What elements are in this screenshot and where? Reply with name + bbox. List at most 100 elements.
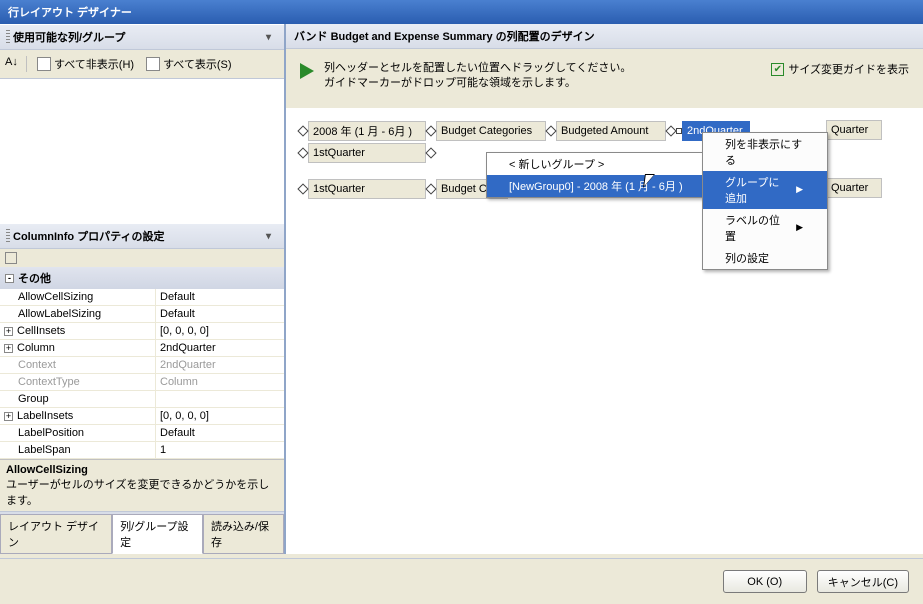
property-row-contexttype[interactable]: ContextTypeColumn [0, 374, 284, 391]
guide-marker[interactable] [425, 125, 436, 136]
property-name: +Column [0, 340, 156, 356]
tab-load-save[interactable]: 読み込み/保存 [203, 514, 284, 554]
tab-column-group-settings[interactable]: 列/グループ設定 [112, 514, 203, 554]
submenu-newgroup0[interactable]: [NewGroup0] - 2008 年 (1 月 - 6月 ) [487, 175, 703, 197]
property-row-column[interactable]: +Column2ndQuarter [0, 340, 284, 357]
show-guide-checkbox-row[interactable]: ✔ サイズ変更ガイドを表示 [771, 61, 909, 77]
tab-layout-design[interactable]: レイアウト デザイン [0, 514, 112, 554]
property-value[interactable] [156, 391, 284, 407]
sort-az-icon[interactable]: A↓ [5, 56, 21, 72]
property-category-other[interactable]: - その他 [0, 267, 284, 289]
menu-add-to-group[interactable]: グループに追加▶ [703, 171, 827, 209]
col-header-quarter-right[interactable]: Quarter [826, 120, 882, 140]
property-value[interactable]: 2ndQuarter [156, 340, 284, 356]
property-value[interactable]: Default [156, 425, 284, 441]
property-name: +CellInsets [0, 323, 156, 339]
cell-quarter-right[interactable]: Quarter [826, 178, 882, 198]
help-text: 列ヘッダーとセルを配置したい位置へドラッグしてください。 ガイドマーカーがドロッ… [324, 61, 761, 92]
show-all-icon [146, 57, 160, 71]
menu-hide-column[interactable]: 列を非表示にする [703, 133, 827, 171]
categorized-icon[interactable] [5, 252, 17, 264]
checkbox-checked-icon[interactable]: ✔ [771, 63, 784, 76]
property-name: LabelPosition [0, 425, 156, 441]
guide-marker[interactable] [545, 125, 556, 136]
header-suffix: の列配置のデザイン [493, 31, 595, 43]
property-value[interactable]: Default [156, 289, 284, 305]
hide-all-button[interactable]: すべて非表示(H) [32, 53, 139, 75]
property-grid-toolbar [0, 249, 284, 267]
design-surface[interactable]: 2008 年 (1 月 - 6月 ) Budget Categories Bud… [286, 108, 923, 554]
context-menu[interactable]: 列を非表示にする グループに追加▶ ラベルの位置▶ 列の設定 [702, 132, 828, 270]
property-name: AllowLabelSizing [0, 306, 156, 322]
property-description: AllowCellSizing ユーザーがセルのサイズを変更できるかどうかを示し… [0, 459, 284, 511]
property-value[interactable]: [0, 0, 0, 0] [156, 408, 284, 424]
property-row-allowcellsizing[interactable]: AllowCellSizingDefault [0, 289, 284, 306]
separator [26, 56, 27, 72]
property-name: Group [0, 391, 156, 407]
expand-icon[interactable]: + [4, 327, 13, 336]
guide-marker[interactable] [297, 183, 308, 194]
property-row-group[interactable]: Group [0, 391, 284, 408]
cell-1stquarter-2[interactable]: 1stQuarter [308, 179, 426, 199]
pin-icon[interactable] [266, 230, 278, 242]
property-row-context[interactable]: Context2ndQuarter [0, 357, 284, 374]
left-panel: 使用可能な列/グループ A↓ すべて非表示(H) すべて表示(S) Column… [0, 24, 286, 554]
expand-icon[interactable]: + [4, 412, 13, 421]
property-value[interactable]: Column [156, 374, 284, 390]
columninfo-label: ColumnInfo プロパティの設定 [13, 228, 165, 244]
property-row-allowlabelsizing[interactable]: AllowLabelSizingDefault [0, 306, 284, 323]
guide-marker[interactable] [425, 183, 436, 194]
left-tabbar: レイアウト デザイン 列/グループ設定 読み込み/保存 [0, 511, 284, 554]
show-guide-label: サイズ変更ガイドを表示 [788, 61, 909, 77]
guide-marker[interactable] [425, 147, 436, 158]
property-grid[interactable]: AllowCellSizingDefaultAllowLabelSizingDe… [0, 289, 284, 459]
available-columns-list[interactable] [0, 79, 284, 223]
hide-all-label: すべて非表示(H) [54, 56, 134, 72]
help-row: 列ヘッダーとセルを配置したい位置へドラッグしてください。 ガイドマーカーがドロッ… [286, 49, 923, 108]
help-line-2: ガイドマーカーがドロップ可能な領域を示します。 [324, 76, 761, 91]
property-name: ContextType [0, 374, 156, 390]
band-design-header: バンド Budget and Expense Summary の列配置のデザイン [286, 24, 923, 49]
desc-title: AllowCellSizing [6, 464, 278, 476]
available-columns-label: 使用可能な列/グループ [13, 29, 125, 45]
col-header-budgeted-amount[interactable]: Budgeted Amount [556, 121, 666, 141]
columninfo-header: ColumnInfo プロパティの設定 [0, 223, 284, 249]
show-all-button[interactable]: すべて表示(S) [141, 53, 236, 75]
guide-marker[interactable] [665, 125, 676, 136]
footer-buttons: OK (O) キャンセル(C) [0, 558, 923, 604]
property-row-labelspan[interactable]: LabelSpan1 [0, 442, 284, 459]
expand-icon[interactable]: + [4, 344, 13, 353]
property-row-cellinsets[interactable]: +CellInsets[0, 0, 0, 0] [0, 323, 284, 340]
arrow-right-icon [300, 63, 314, 79]
guide-marker[interactable] [297, 125, 308, 136]
available-columns-header: 使用可能な列/グループ [0, 24, 284, 50]
header-band-name: Budget and Expense Summary [331, 31, 493, 43]
right-panel: バンド Budget and Expense Summary の列配置のデザイン… [286, 24, 923, 554]
property-value[interactable]: 1 [156, 442, 284, 458]
col-header-year[interactable]: 2008 年 (1 月 - 6月 ) [308, 121, 426, 141]
cancel-button[interactable]: キャンセル(C) [817, 570, 909, 593]
help-line-1: 列ヘッダーとセルを配置したい位置へドラッグしてください。 [324, 61, 761, 76]
property-row-labelinsets[interactable]: +LabelInsets[0, 0, 0, 0] [0, 408, 284, 425]
property-name: AllowCellSizing [0, 289, 156, 305]
mouse-cursor-icon [644, 174, 660, 194]
category-label: その他 [18, 270, 51, 286]
submenu-groups[interactable]: < 新しいグループ > [NewGroup0] - 2008 年 (1 月 - … [486, 152, 704, 198]
show-all-label: すべて表示(S) [163, 56, 231, 72]
property-name: LabelSpan [0, 442, 156, 458]
desc-text: ユーザーがセルのサイズを変更できるかどうかを示します。 [6, 476, 278, 508]
submenu-new-group[interactable]: < 新しいグループ > [487, 153, 703, 175]
cell-1stquarter[interactable]: 1stQuarter [308, 143, 426, 163]
property-value[interactable]: 2ndQuarter [156, 357, 284, 373]
property-value[interactable]: Default [156, 306, 284, 322]
col-header-budget-categories[interactable]: Budget Categories [436, 121, 546, 141]
menu-label-position[interactable]: ラベルの位置▶ [703, 209, 827, 247]
pin-icon[interactable] [266, 31, 278, 43]
property-value[interactable]: [0, 0, 0, 0] [156, 323, 284, 339]
property-row-labelposition[interactable]: LabelPositionDefault [0, 425, 284, 442]
property-name: Context [0, 357, 156, 373]
ok-button[interactable]: OK (O) [723, 570, 807, 593]
collapse-icon[interactable]: - [5, 274, 14, 283]
guide-marker[interactable] [297, 147, 308, 158]
menu-column-settings[interactable]: 列の設定 [703, 247, 827, 269]
